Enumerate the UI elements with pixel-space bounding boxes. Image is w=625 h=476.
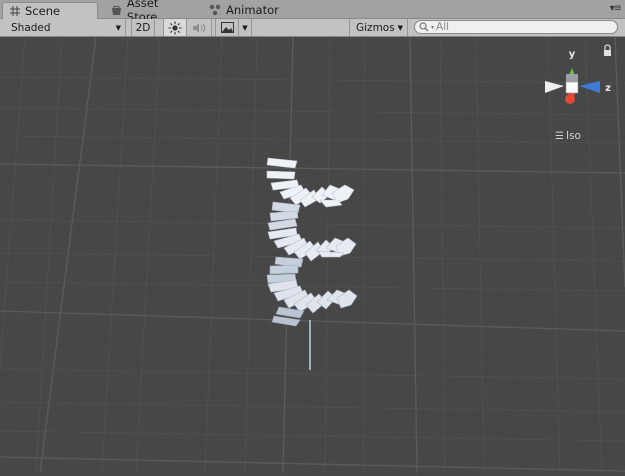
tab-animator[interactable]: Animator [203, 2, 293, 18]
scene-viewport[interactable]: y z ☰ Iso [0, 36, 625, 474]
shopping-bag-icon [112, 6, 121, 15]
speaker-icon [192, 22, 205, 33]
projection-toggle[interactable]: ☰ Iso [555, 130, 581, 142]
tab-asset-store[interactable]: Asset Store [104, 0, 200, 24]
sun-icon [168, 21, 182, 34]
draw-mode-label: Shaded [11, 21, 51, 34]
gizmo-center-cube[interactable] [565, 81, 579, 94]
hash-grid-icon [10, 6, 20, 16]
search-placeholder: All [436, 21, 450, 33]
tab-scene[interactable]: Scene [2, 2, 98, 19]
effects-dropdown-icon[interactable]: ▼ [239, 19, 252, 36]
toggle-2d-button[interactable]: 2D [131, 19, 155, 36]
scene-canvas[interactable]: y z [0, 36, 625, 474]
tab-bar: Scene Asset Store Animator ▾≡ [0, 0, 625, 24]
projection-label: Iso [565, 130, 581, 142]
audio-toggle-button[interactable] [187, 19, 212, 36]
panel-menu-icon[interactable]: ▾≡ [610, 3, 622, 14]
chevron-down-icon: ▼ [115, 23, 121, 32]
gizmo-z-label: z [605, 83, 611, 94]
image-icon [220, 22, 234, 33]
menu-lines-icon: ☰ [555, 130, 564, 142]
draw-mode-dropdown[interactable]: Shaded ▼ [0, 19, 126, 36]
scene-toolbar: Shaded ▼ 2D ▼ Gizmos ▼ ▾ All [0, 19, 625, 37]
gizmos-dropdown[interactable]: Gizmos ▼ [349, 19, 408, 36]
tab-animator-label: Animator [226, 3, 279, 17]
search-icon [419, 22, 429, 32]
animator-nodes-icon [209, 4, 221, 16]
lighting-toggle-button[interactable] [163, 19, 187, 36]
scene-search-field[interactable]: ▾ All [414, 20, 618, 34]
tab-scene-label: Scene [25, 4, 61, 18]
gizmo-y-label: y [569, 49, 576, 60]
search-filter-icon: ▾ [431, 23, 435, 31]
chevron-down-icon: ▼ [397, 23, 403, 32]
effects-toggle-button[interactable] [215, 19, 239, 36]
gizmos-label: Gizmos [356, 21, 395, 34]
toggle-2d-label: 2D [135, 21, 151, 34]
